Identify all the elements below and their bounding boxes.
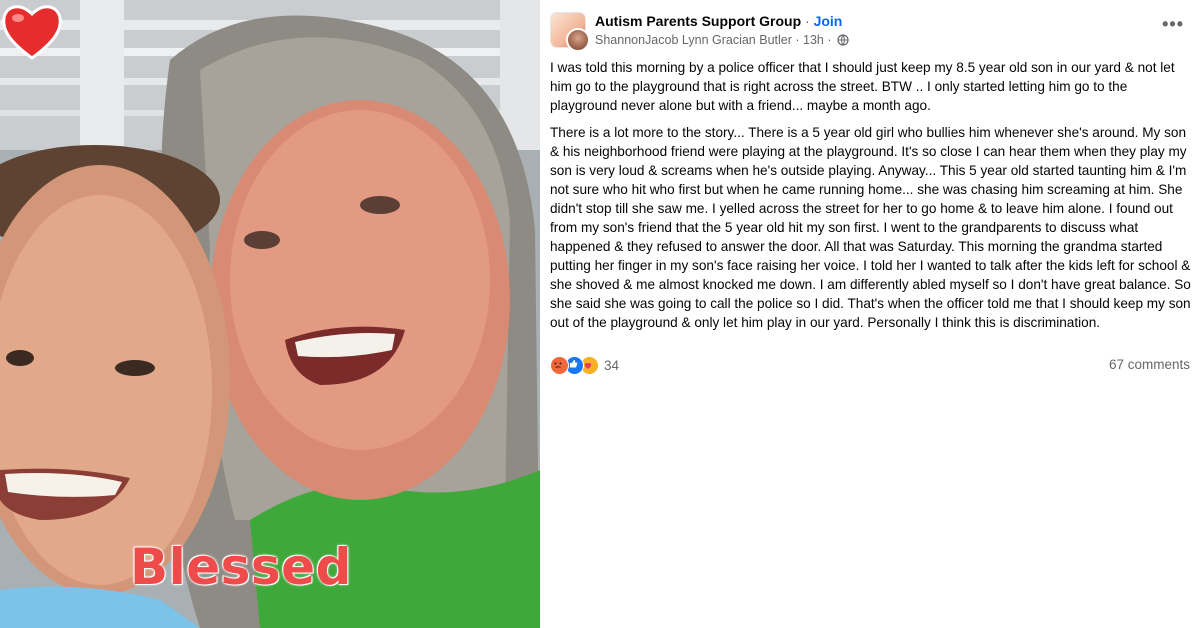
post-paragraph-2: There is a lot more to the story... Ther… [550, 125, 1191, 330]
author-avatar[interactable] [566, 28, 590, 52]
globe-icon [837, 34, 849, 46]
selfie-illustration [0, 0, 540, 628]
post-photo[interactable]: Blessed [0, 0, 540, 628]
post-meta: ShannonJacob Lynn Gracian Butler · 13h · [595, 33, 849, 47]
post-card: Autism Parents Support Group · Join Shan… [540, 0, 1200, 628]
meta-separator: · [791, 33, 803, 47]
post-paragraph-1: I was told this morning by a police offi… [550, 60, 1175, 113]
post-header: Autism Parents Support Group · Join [595, 13, 842, 29]
more-options-button[interactable]: ••• [1162, 14, 1184, 35]
join-button[interactable]: Join [814, 13, 843, 29]
author-name-link[interactable]: ShannonJacob Lynn Gracian Butler [595, 33, 792, 47]
header-separator: · [801, 13, 814, 29]
group-name-link[interactable]: Autism Parents Support Group [595, 13, 801, 29]
angry-reaction-icon [550, 355, 569, 375]
meta-separator-2: · [823, 33, 835, 47]
blessed-overlay-text: Blessed [130, 538, 352, 596]
post-body: I was told this morning by a police offi… [550, 58, 1192, 340]
reaction-count: 34 [604, 357, 620, 373]
heart-icon [2, 5, 62, 60]
comments-count-link[interactable]: 67 comments [1109, 357, 1190, 372]
reactions-summary[interactable]: 34 [550, 355, 619, 375]
post-timestamp[interactable]: 13h [803, 33, 824, 47]
